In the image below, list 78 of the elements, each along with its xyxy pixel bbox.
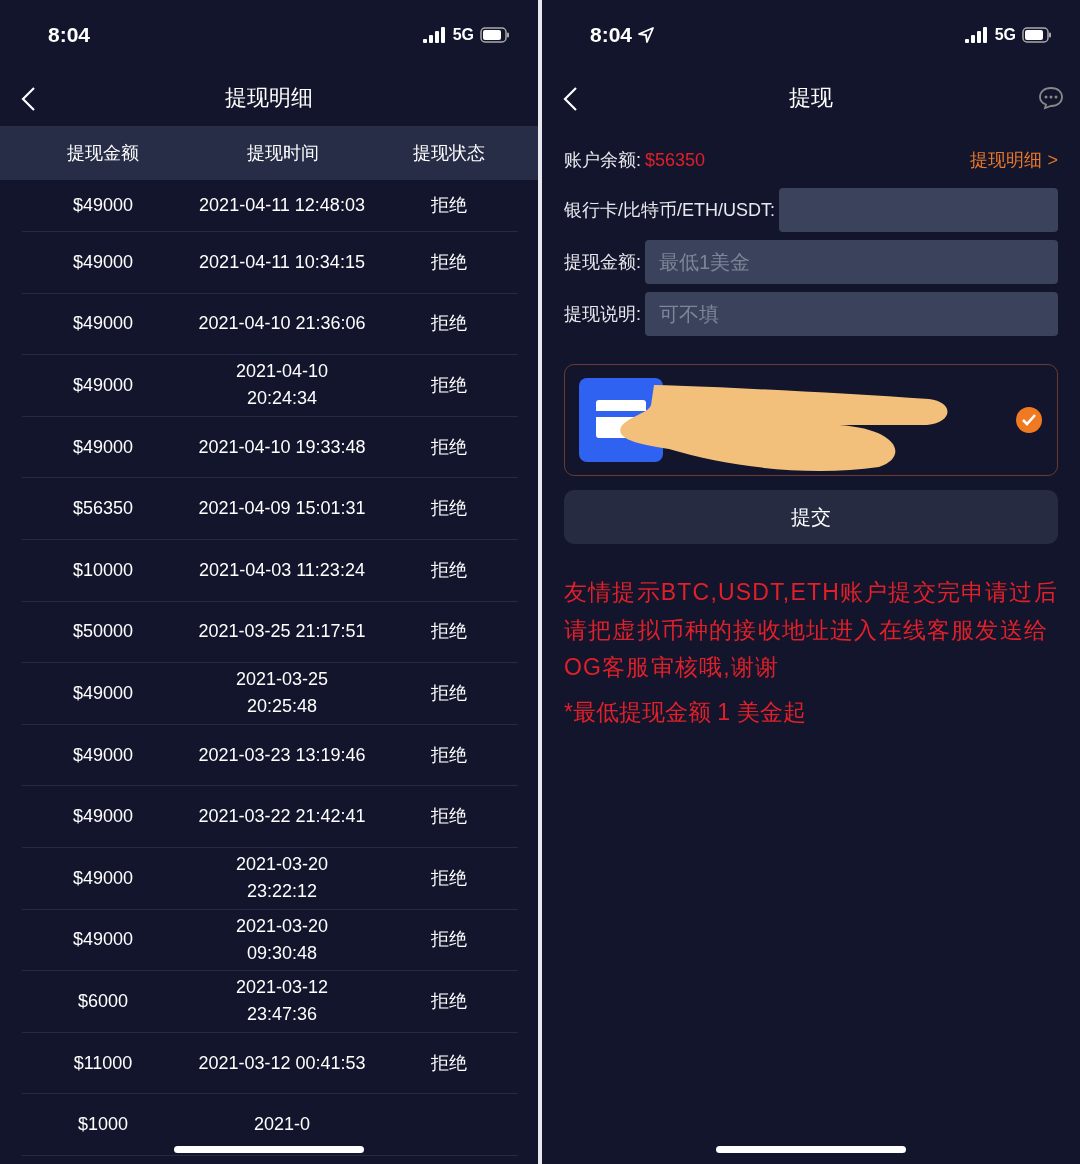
amount-cell-text: $49000 — [72, 928, 134, 952]
time-cell-text: 2021-04-03 11:23:24 — [199, 558, 365, 582]
status-cell-text: 拒绝 — [431, 866, 467, 890]
time-cell-text: 2021-04-10 21:36:06 — [198, 312, 366, 336]
status-cell-text: 拒绝 — [431, 374, 467, 397]
field-label: 提现说明: — [564, 303, 641, 326]
amount-cell-text: $49000 — [72, 805, 134, 829]
input-field[interactable]: 可不填 — [645, 292, 1058, 336]
amount-cell-text: $49000 — [72, 435, 134, 459]
balance-value: $56350 — [645, 149, 706, 171]
amount-cell-text: $10000 — [72, 558, 134, 582]
back-icon[interactable] — [562, 86, 580, 112]
status-cell-text: 拒绝 — [431, 805, 467, 829]
time-cell-text: 2021-04-10 20:24:34 — [234, 360, 330, 411]
checkbox[interactable] — [1015, 406, 1043, 434]
battery-icon — [1022, 27, 1052, 43]
input-field[interactable] — [779, 188, 1058, 232]
battery-icon — [480, 27, 510, 43]
account-card[interactable] — [564, 364, 1058, 476]
page-title: 提现 — [789, 84, 833, 112]
time-cell-text: 2021-03-12 23:47:36 — [234, 976, 330, 1027]
signal-icon — [422, 27, 447, 43]
time-cell-text: 2021-03-20 23:22:12 — [234, 853, 330, 904]
field-label: 提现金额: — [564, 251, 641, 274]
status-time: 8:04 — [48, 23, 91, 47]
status-cell-text: 拒绝 — [431, 743, 467, 767]
network-label: 5G — [994, 26, 1016, 44]
time-cell-text: 2021-03-25 20:25:48 — [234, 668, 330, 719]
status-time: 8:04 — [590, 23, 633, 47]
input-field[interactable]: 最低1美金 — [645, 240, 1058, 284]
status-cell-text: 拒绝 — [431, 989, 467, 1013]
column-header: 提现时间 — [247, 142, 319, 165]
status-cell-text: 拒绝 — [431, 194, 467, 217]
balance-label: 账户余额: — [564, 149, 641, 172]
time-cell-text: 2021-03-22 21:42:41 — [198, 805, 366, 829]
status-cell-text: 拒绝 — [431, 312, 467, 336]
notice-text: 友情提示BTC,USDT,ETH账户提交完申请过后请把虚拟币种的接收地址进入在线客服发送给OG客服审核哦,谢谢 — [564, 578, 1058, 682]
time-cell-text: 2021-03-12 00:41:53 — [198, 1051, 366, 1075]
time-cell-text: 2021-04-10 19:33:48 — [198, 435, 366, 459]
time-cell-text: 2021-04-09 15:01:31 — [198, 497, 366, 521]
submit-button[interactable]: 提交 — [564, 490, 1058, 544]
time-cell-text: 2021-03-23 13:19:46 — [198, 743, 366, 767]
time-cell-text: 2021-03-20 09:30:48 — [234, 914, 330, 965]
amount-cell-text: $49000 — [72, 312, 134, 336]
amount-cell-text: $49000 — [72, 194, 134, 217]
location-arrow-icon — [638, 27, 655, 43]
page-title: 提现明细 — [225, 84, 313, 112]
status-cell-text: 拒绝 — [431, 558, 467, 582]
status-cell-text: 拒绝 — [431, 497, 467, 521]
time-cell-text: 2021-03-25 21:17:51 — [198, 620, 366, 644]
column-header: 提现状态 — [413, 142, 485, 165]
network-label: 5G — [452, 26, 474, 44]
amount-cell-text: $6000 — [77, 989, 129, 1013]
amount-cell-text: $49000 — [72, 866, 134, 890]
status-cell-text: 拒绝 — [431, 435, 467, 459]
amount-cell-text: $56350 — [72, 497, 134, 521]
amount-cell-text: $11000 — [73, 1051, 133, 1075]
status-cell-text: 拒绝 — [431, 681, 467, 705]
amount-cell-text: $49000 — [72, 743, 134, 767]
amount-cell-text: $49000 — [72, 374, 134, 397]
status-cell-text: 拒绝 — [431, 1051, 467, 1075]
field-label: 银行卡/比特币/ETH/USDT: — [564, 199, 775, 222]
withdrawal-details-link[interactable]: 提现明细 > — [970, 148, 1058, 172]
status-cell-text: 拒绝 — [431, 620, 467, 644]
time-cell-text: 2021-0 — [253, 1113, 311, 1137]
minimum-note: *最低提现金额 1 美金起 — [564, 697, 807, 727]
time-cell-text: 2021-04-11 12:48:03 — [199, 194, 365, 217]
column-header: 提现金额 — [67, 142, 139, 165]
amount-cell-text: $49000 — [72, 681, 134, 705]
amount-cell-text: $50000 — [72, 620, 134, 644]
chat-icon[interactable] — [1038, 86, 1064, 110]
amount-cell-text: $1000 — [77, 1113, 129, 1137]
time-cell-text: 2021-04-11 10:34:15 — [199, 250, 365, 274]
status-cell-text: 拒绝 — [431, 928, 467, 952]
signal-icon — [964, 27, 989, 43]
amount-cell-text: $49000 — [72, 250, 134, 274]
status-cell-text: 拒绝 — [431, 250, 467, 274]
back-icon[interactable] — [20, 86, 38, 112]
